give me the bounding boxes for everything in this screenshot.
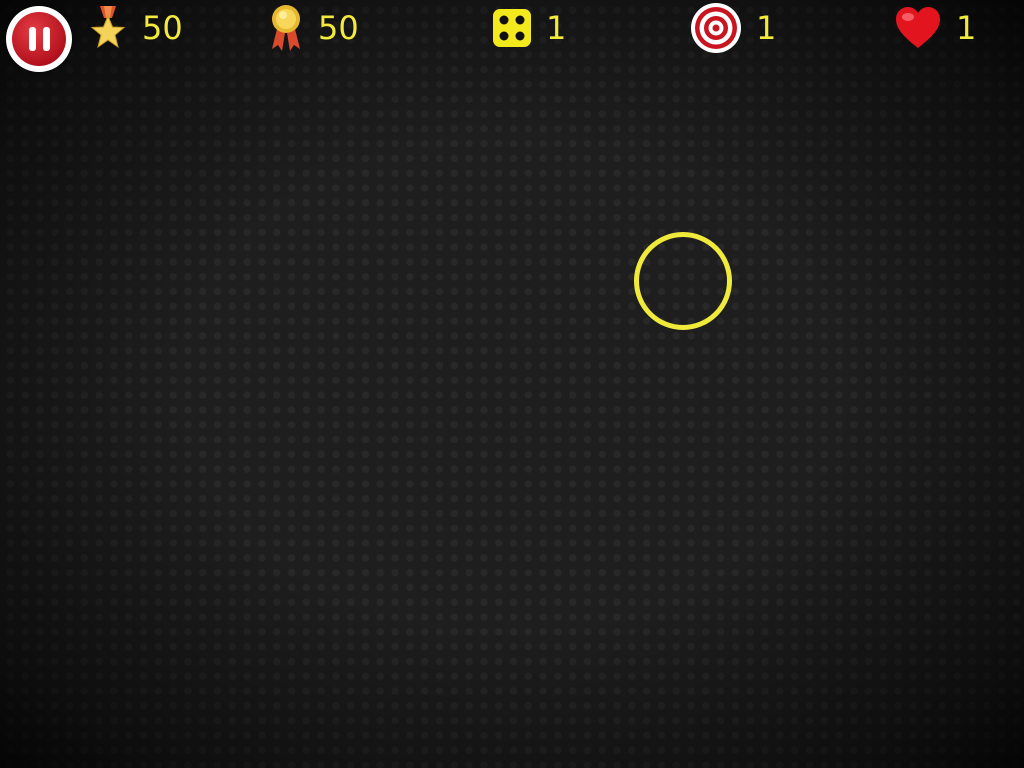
stars-counter: 50: [88, 4, 183, 52]
target-icon: [690, 2, 742, 54]
lives-counter: 1: [894, 4, 976, 52]
gold-medal-icon: [268, 3, 304, 53]
pause-icon: [12, 12, 66, 66]
heart-icon: [894, 6, 942, 50]
game-screen[interactable]: 50 50 1 1 1: [0, 0, 1024, 768]
pause-button[interactable]: [6, 6, 72, 72]
medals-counter: 50: [268, 4, 359, 52]
stars-value: 50: [142, 9, 183, 47]
hud-bar: 50 50 1 1 1: [0, 0, 1024, 72]
pause-bar-left: [28, 27, 36, 51]
star-medal-icon: [88, 4, 128, 52]
dice-icon: [492, 8, 532, 48]
medals-value: 50: [318, 9, 359, 47]
dice-counter: 1: [492, 4, 566, 52]
lives-value: 1: [956, 9, 977, 47]
target-value: 1: [756, 9, 777, 47]
target-counter: 1: [690, 2, 777, 54]
target-ring[interactable]: [634, 232, 732, 330]
vignette-overlay: [0, 0, 1024, 768]
pause-bar-right: [42, 27, 50, 51]
dice-value: 1: [546, 9, 567, 47]
